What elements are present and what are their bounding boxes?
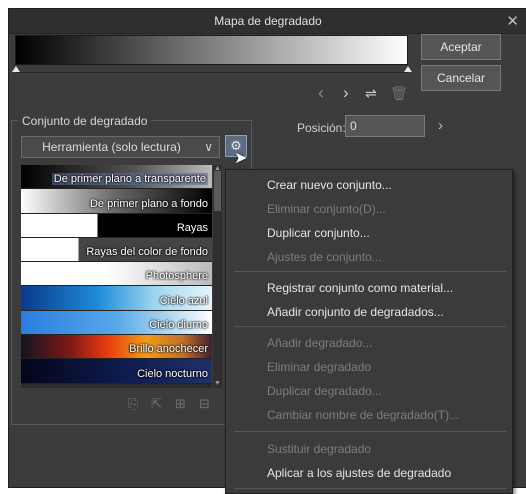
scroll-thumb[interactable]: [214, 171, 221, 211]
gradient-list-item-label: Cielo nocturno: [137, 367, 208, 380]
context-menu-item[interactable]: Aplicar a los ajustes de degradado: [267, 466, 451, 480]
add-icon[interactable]: ⊞: [175, 396, 186, 412]
context-menu-item: Eliminar degradado: [267, 360, 372, 374]
gradient-list-item-label: Brillo anochecer: [129, 343, 208, 356]
context-menu-item: Cambiar nombre de degradado(T)...: [267, 408, 460, 422]
context-menu-item: Sustituir degradado: [267, 442, 372, 456]
dialog-title: Mapa de degradado: [214, 14, 322, 28]
export-icon[interactable]: ⇱: [151, 396, 162, 412]
gradient-list-item[interactable]: Photosphere: [21, 262, 212, 287]
chevron-right-icon[interactable]: ›: [343, 83, 349, 103]
gradient-list-item[interactable]: De primer plano a transparente: [21, 165, 212, 191]
ok-button[interactable]: Aceptar: [421, 34, 501, 60]
gradient-preview-bar[interactable]: [15, 35, 408, 65]
menu-separator: [234, 431, 506, 432]
gradient-list[interactable]: De primer plano a transparente De primer …: [21, 165, 212, 388]
gradient-set-selected: Herramienta (solo lectura): [42, 140, 181, 154]
gradient-list-item-label: De primer plano a transparente: [51, 173, 208, 186]
flip-icon[interactable]: ⇌: [365, 85, 377, 102]
gradient-list-item-label: Cielo azul: [159, 294, 208, 307]
chevron-down-icon: ∨: [204, 140, 213, 154]
gradient-list-item-label: Rayas: [176, 221, 208, 234]
gradient-list-item[interactable]: Rayas del color de fondo: [21, 237, 212, 263]
context-menu-item[interactable]: Registrar conjunto como material...: [267, 281, 453, 295]
context-menu-item: Añadir degradado...: [267, 336, 373, 350]
context-menu-item: Ajustes de conjunto...: [267, 250, 382, 264]
gradient-list-item[interactable]: De primer plano a fondo: [21, 189, 212, 214]
gradient-list-item-label: Rayas del color de fondo: [86, 246, 208, 259]
context-menu-item: Duplicar degradado...: [267, 384, 382, 398]
list-scrollbar[interactable]: ▲ ▼: [213, 165, 222, 388]
trash-icon[interactable]: 🗑: [390, 85, 408, 102]
gradient-set-label: Conjunto de degradado: [18, 114, 152, 128]
context-menu-item[interactable]: Duplicar conjunto...: [267, 226, 370, 240]
gradient-list-item[interactable]: Cielo azul: [21, 286, 212, 311]
menu-separator: [234, 488, 506, 489]
gradient-list-item-label: Photosphere: [145, 270, 208, 283]
gradient-list-item[interactable]: Cielo nocturno: [21, 359, 212, 384]
cancel-button[interactable]: Cancelar: [421, 65, 501, 91]
position-label: Posición:: [297, 121, 346, 135]
gradient-set-select[interactable]: Herramienta (solo lectura) ∨: [21, 136, 220, 158]
title-bar: Mapa de degradado ✕: [9, 9, 526, 34]
position-arrow-icon[interactable]: ›: [438, 117, 443, 134]
gradient-list-item[interactable]: Rayas: [21, 213, 212, 238]
menu-separator: [234, 271, 506, 272]
gradient-list-item[interactable]: Cielo diurno: [21, 310, 212, 336]
gradient-list-item-label: Cielo diurno: [149, 319, 208, 332]
gradient-list-item-label: De primer plano a fondo: [89, 197, 208, 210]
delete-icon[interactable]: ⊟: [199, 396, 210, 412]
import-icon[interactable]: ⎘: [128, 396, 138, 412]
context-menu-item[interactable]: Crear nuevo conjunto...: [267, 178, 392, 192]
context-menu: Crear nuevo conjunto... Eliminar conjunto…: [225, 169, 513, 494]
context-menu-item[interactable]: Añadir conjunto de degradados...: [267, 305, 444, 319]
context-menu-item: Eliminar conjunto(D)...: [267, 202, 386, 216]
close-icon[interactable]: ✕: [506, 12, 519, 30]
gradient-list-item[interactable]: Brillo anochecer: [21, 335, 212, 360]
mouse-cursor-icon: ➤: [234, 150, 248, 167]
menu-separator: [234, 326, 506, 327]
position-input[interactable]: 0: [345, 115, 425, 137]
stop-track: [15, 72, 408, 73]
scroll-down-icon[interactable]: ▼: [213, 380, 222, 388]
chevron-left-icon[interactable]: ‹: [318, 83, 324, 103]
